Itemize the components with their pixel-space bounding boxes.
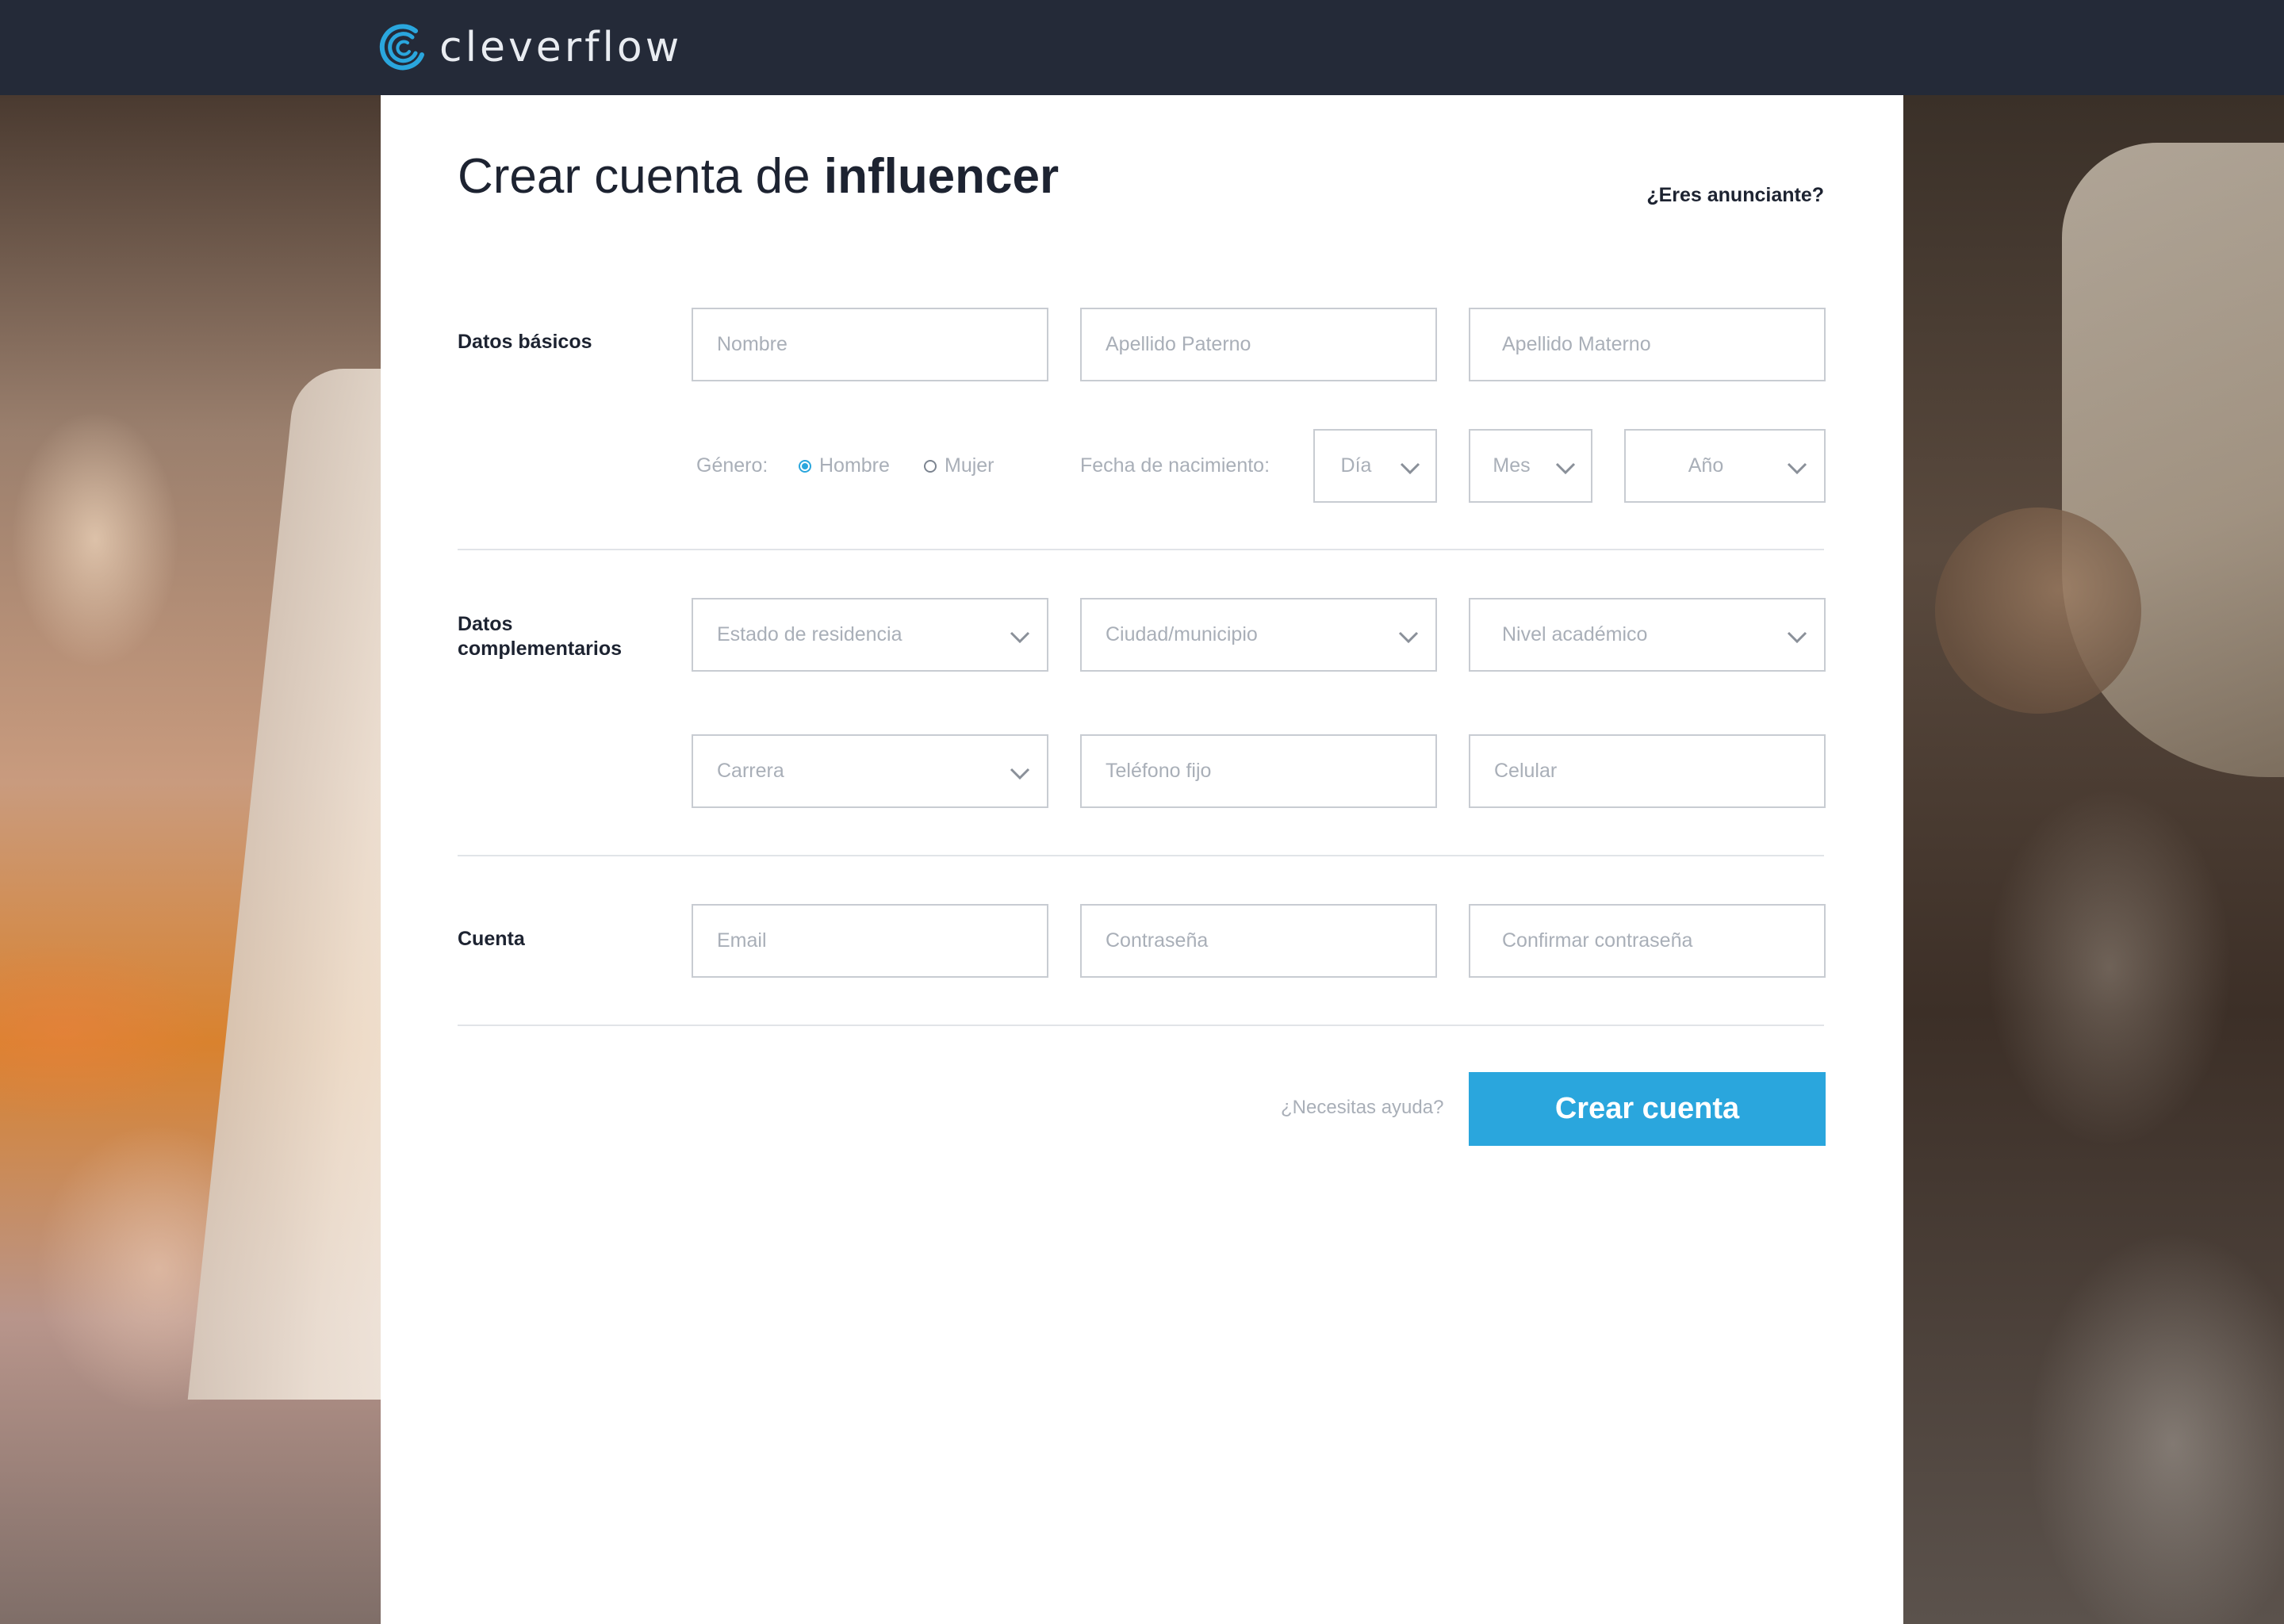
brand-logo[interactable]: cleverflow — [379, 21, 682, 74]
advertiser-link[interactable]: ¿Eres anunciante? — [1646, 184, 1824, 207]
gender-radio-female[interactable]: Mujer — [924, 454, 994, 477]
select-value: Estado de residencia — [717, 623, 902, 645]
birthdate-label: Fecha de nacimiento: — [1080, 454, 1270, 477]
confirm-password-input[interactable] — [1469, 904, 1826, 978]
paternal-surname-input[interactable] — [1080, 308, 1437, 381]
birth-year-select[interactable]: Año — [1624, 429, 1826, 503]
create-account-button[interactable]: Crear cuenta — [1469, 1072, 1826, 1146]
city-select[interactable]: Ciudad/municipio — [1080, 598, 1437, 672]
birth-day-select[interactable]: Día — [1313, 429, 1437, 503]
section-divider — [458, 549, 1824, 550]
chevron-down-icon — [1010, 768, 1030, 780]
education-level-select[interactable]: Nivel académico — [1469, 598, 1826, 672]
help-link[interactable]: ¿Necesitas ayuda? — [1281, 1097, 1443, 1119]
chevron-down-icon — [1398, 631, 1419, 644]
signup-panel: Crear cuenta de influencer ¿Eres anuncia… — [381, 95, 1903, 1624]
background-photo-right — [1903, 95, 2284, 1624]
select-value: Nivel académico — [1502, 623, 1648, 645]
background-photo-left — [0, 95, 381, 1624]
swirl-logo-icon — [379, 24, 424, 71]
chevron-down-icon — [1400, 462, 1420, 475]
section-label-complementary: Datos complementarios — [458, 612, 622, 661]
page-title: Crear cuenta de influencer — [458, 147, 1059, 206]
gender-option-label: Hombre — [819, 454, 890, 477]
section-divider — [458, 1025, 1824, 1026]
chevron-down-icon — [1555, 462, 1576, 475]
gender-label: Género: — [696, 454, 768, 477]
section-label-basic: Datos básicos — [458, 331, 592, 353]
birth-month-select[interactable]: Mes — [1469, 429, 1592, 503]
email-input[interactable] — [692, 904, 1048, 978]
maternal-surname-input[interactable] — [1469, 308, 1826, 381]
career-select[interactable]: Carrera — [692, 734, 1048, 808]
radio-selected-icon — [799, 459, 811, 473]
chevron-down-icon — [1010, 631, 1030, 644]
section-label-line: complementarios — [458, 638, 623, 660]
mobile-phone-input[interactable] — [1469, 734, 1826, 808]
section-label-account: Cuenta — [458, 928, 525, 950]
page-title-prefix: Crear cuenta de — [458, 149, 811, 204]
password-input[interactable] — [1080, 904, 1437, 978]
background-laptop — [187, 369, 381, 1400]
chevron-down-icon — [1787, 462, 1807, 475]
top-navigation-bar: cleverflow — [0, 0, 2284, 95]
section-divider — [458, 855, 1824, 856]
gender-option-label: Mujer — [945, 454, 994, 477]
chevron-down-icon — [1787, 631, 1807, 644]
select-value: Ciudad/municipio — [1106, 623, 1258, 645]
gender-radio-male[interactable]: Hombre — [799, 454, 890, 477]
page-title-emphasis: influencer — [823, 149, 1060, 204]
first-name-input[interactable] — [692, 308, 1048, 381]
landline-phone-input[interactable] — [1080, 734, 1437, 808]
brand-name: cleverflow — [439, 24, 683, 71]
state-select[interactable]: Estado de residencia — [692, 598, 1048, 672]
select-value: Carrera — [717, 760, 784, 782]
background-arm — [1935, 508, 2141, 714]
section-label-line: Datos — [458, 613, 513, 635]
radio-unselected-icon — [924, 459, 937, 473]
